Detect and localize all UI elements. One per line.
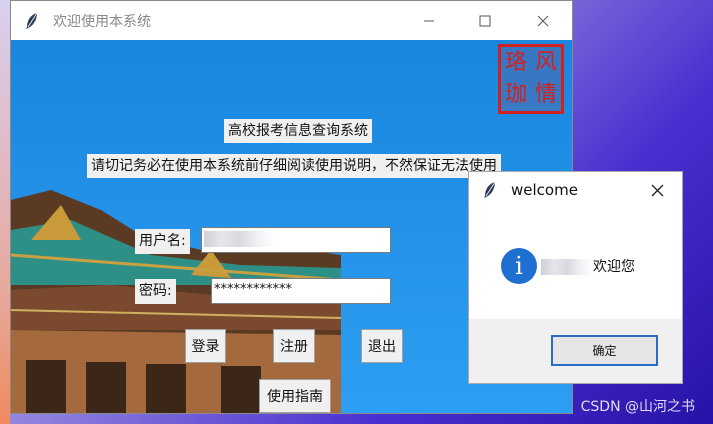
username-input[interactable]	[201, 227, 391, 253]
main-titlebar[interactable]: 欢迎使用本系统	[11, 1, 572, 40]
feather-icon	[481, 181, 499, 199]
seal-char: 情	[534, 82, 557, 107]
page-heading: 高校报考信息查询系统	[224, 119, 372, 143]
ok-button[interactable]: 确定	[551, 335, 658, 366]
guide-button[interactable]: 使用指南	[259, 379, 331, 413]
close-icon	[651, 184, 663, 196]
minimize-button[interactable]	[403, 1, 455, 40]
dialog-title: welcome	[511, 181, 578, 199]
username-redacted	[204, 230, 274, 247]
close-button[interactable]	[517, 1, 569, 40]
password-input[interactable]: ************	[211, 278, 391, 304]
minimize-icon	[424, 20, 434, 21]
welcome-dialog: welcome i 欢迎您 确定	[468, 171, 683, 384]
login-button[interactable]: 登录	[185, 329, 226, 363]
usage-notice: 请切记务必在使用本系统前仔细阅读使用说明，不然保证无法使用	[87, 154, 501, 178]
dialog-footer: 确定	[469, 319, 682, 383]
seal-char: 珈	[504, 82, 527, 107]
seal-char: 风	[534, 50, 557, 75]
watermark: CSDN @山河之书	[580, 399, 695, 415]
dialog-message: 欢迎您	[541, 256, 635, 276]
username-label: 用户名:	[135, 229, 190, 254]
desktop-background	[0, 0, 10, 424]
dialog-close-button[interactable]	[642, 172, 672, 208]
seal-stamp: 珞 风 珈 情	[498, 44, 564, 114]
seal-char: 珞	[504, 50, 527, 75]
close-icon	[537, 15, 549, 26]
info-icon: i	[501, 248, 537, 284]
dialog-titlebar[interactable]: welcome	[469, 172, 682, 208]
maximize-icon	[479, 15, 491, 26]
maximize-button[interactable]	[459, 1, 511, 40]
password-label: 密码:	[135, 279, 176, 304]
dialog-message-text: 欢迎您	[593, 259, 635, 275]
window-title: 欢迎使用本系统	[53, 13, 151, 30]
exit-button[interactable]: 退出	[361, 329, 403, 363]
register-button[interactable]: 注册	[273, 329, 315, 363]
feather-icon	[23, 12, 41, 30]
username-redacted	[541, 259, 593, 275]
